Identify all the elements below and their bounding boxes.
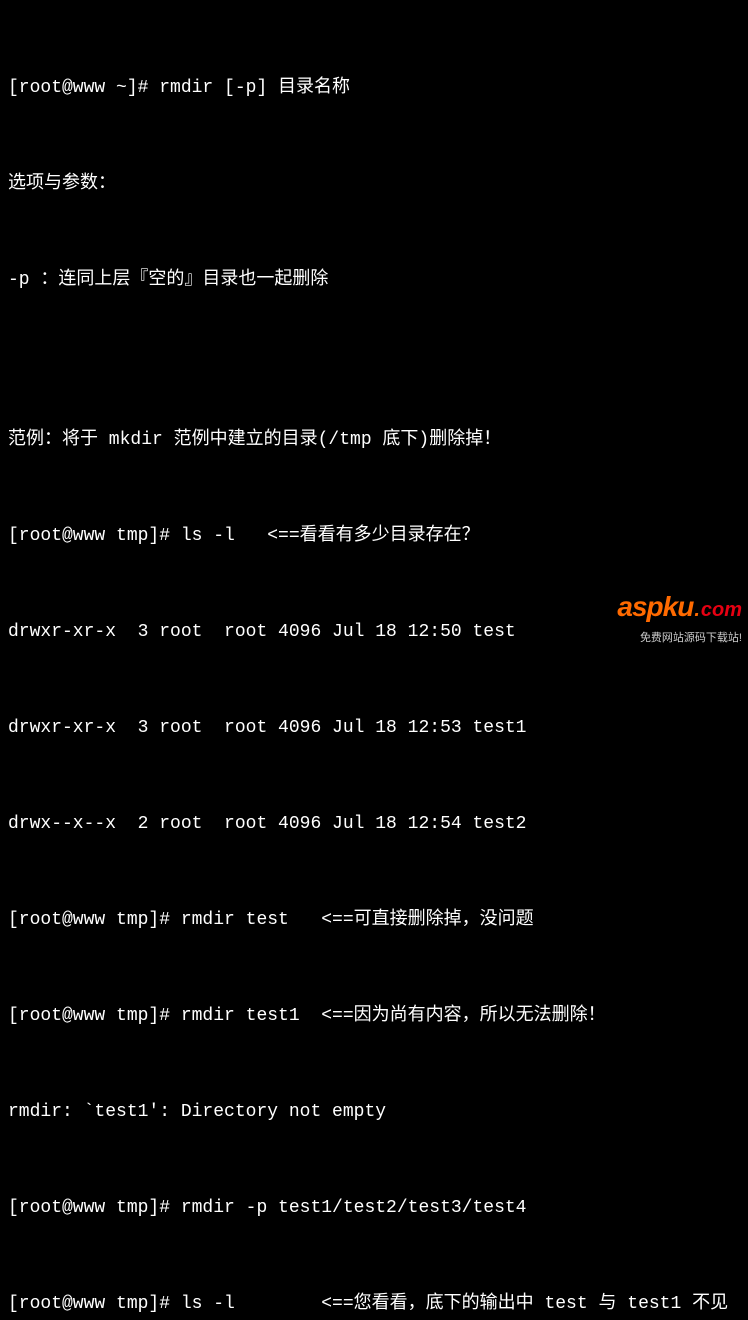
terminal-line: 范例：将于 mkdir 范例中建立的目录(/tmp 底下)删除掉！	[8, 424, 740, 456]
terminal-line: drwxr-xr-x 3 root root 4096 Jul 18 12:53…	[8, 712, 740, 744]
terminal-line: 选项与参数：	[8, 168, 740, 200]
terminal-line: [root@www tmp]# ls -l <==看看有多少目录存在？	[8, 520, 740, 552]
terminal-output: [root@www ~]# rmdir [-p] 目录名称 选项与参数： -p …	[8, 8, 740, 1320]
terminal-line: [root@www tmp]# ls -l <==您看看，底下的输出中 test…	[8, 1288, 740, 1320]
terminal-line: [root@www tmp]# rmdir test <==可直接删除掉，没问题	[8, 904, 740, 936]
watermark-logo: aspku . com	[617, 591, 742, 626]
terminal-line: [root@www tmp]# rmdir -p test1/test2/tes…	[8, 1192, 740, 1224]
terminal-line: [root@www ~]# rmdir [-p] 目录名称	[8, 72, 740, 104]
terminal-line: rmdir: `test1': Directory not empty	[8, 1096, 740, 1128]
terminal-line: -p ：连同上层『空的』目录也一起删除	[8, 264, 740, 296]
watermark-brand: aspku	[617, 591, 693, 623]
watermark-tagline: 免费网站源码下载站!	[617, 622, 742, 654]
watermark: aspku . com 免费网站源码下载站!	[617, 591, 742, 654]
terminal-line: [root@www tmp]# rmdir test1 <==因为尚有内容，所以…	[8, 1000, 740, 1032]
terminal-line: drwx--x--x 2 root root 4096 Jul 18 12:54…	[8, 808, 740, 840]
